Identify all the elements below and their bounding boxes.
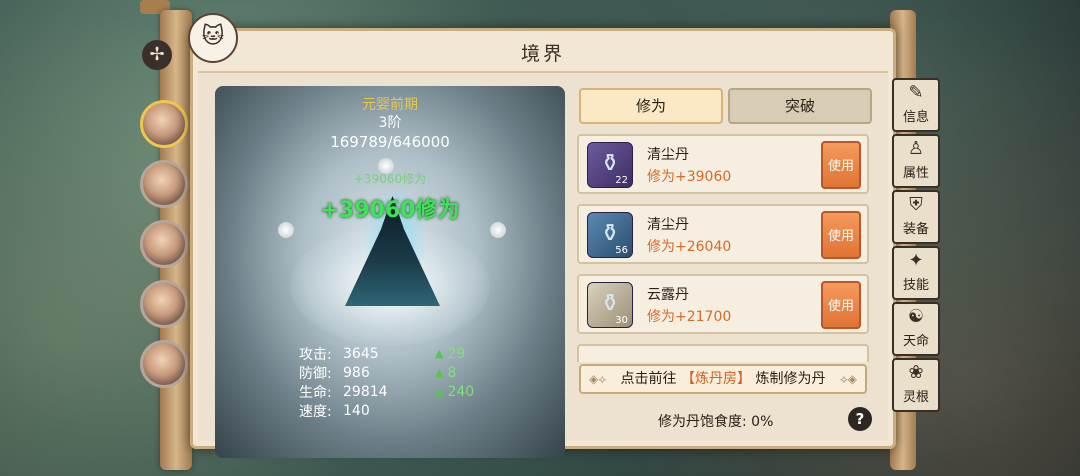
satiety-label: 修为丹饱食度:: [658, 414, 747, 430]
bottle-glyph: ⚱: [600, 289, 621, 317]
stat-row-hp: 生命: 29814 ▲ 240: [299, 382, 474, 401]
stat-row-attack: 攻击: 3645 ▲ 29: [299, 344, 474, 363]
bottle-glyph: ⚱: [600, 219, 621, 247]
use-button[interactable]: 使用: [821, 281, 861, 329]
satiety-indicator: 修为丹饱食度: 0%: [658, 411, 773, 431]
pill-count: 56: [615, 245, 628, 256]
side-tab-info[interactable]: ✎ 信息: [892, 78, 940, 132]
white-bottle-icon: ⚱ 30: [587, 282, 633, 328]
pill-name: 清尘丹: [647, 217, 689, 233]
pill-name: 清尘丹: [647, 147, 689, 163]
pill-count: 30: [615, 315, 628, 326]
stat-bonus: ▲ 240: [435, 384, 474, 400]
stat-value: 140: [343, 402, 370, 419]
stat-bonus-value: 240: [447, 383, 475, 400]
realm-name: 元婴前期: [362, 97, 418, 113]
use-button[interactable]: 使用: [821, 141, 861, 189]
stat-label: 速度:: [299, 403, 332, 420]
book-icon: ✦: [908, 250, 924, 271]
armor-icon: ⛨: [909, 194, 923, 215]
pin-icon[interactable]: ✢: [142, 40, 172, 70]
cultivation-portrait: 元婴前期 3阶 169789/646000 +39060修为 +39060修为 …: [215, 86, 565, 458]
stat-bonus: ▲ 8: [435, 365, 456, 381]
pill-count: 22: [615, 175, 628, 186]
character-avatar[interactable]: [140, 220, 188, 268]
side-tab-label: 信息: [902, 110, 929, 125]
pill-name: 云露丹: [647, 287, 689, 303]
use-button[interactable]: 使用: [821, 211, 861, 259]
side-tab-equipment[interactable]: ⛨ 装备: [892, 190, 940, 244]
spirit-orb: [278, 222, 294, 238]
up-arrow-icon: ▲: [435, 366, 444, 379]
pill-effect: 修为+39060: [647, 169, 732, 185]
help-button[interactable]: ?: [848, 407, 872, 431]
pill-effect: 修为+21700: [647, 309, 732, 325]
stat-label: 生命:: [299, 384, 332, 401]
tab-cultivate[interactable]: 修为: [579, 88, 723, 124]
purple-bottle-icon: ⚱ 22: [587, 142, 633, 188]
stat-bonus-value: 8: [447, 364, 457, 381]
stat-bonus: ▲ 29: [435, 346, 465, 362]
up-arrow-icon: ▲: [435, 347, 444, 360]
side-menu: ✎ 信息 ♙ 属性 ⛨ 装备 ✦ 技能 ☯ 天命 ❀ 灵根: [892, 78, 944, 414]
sage-icon: ☯: [907, 306, 925, 327]
panel-title: 境界: [520, 43, 565, 65]
gain-popup: +39060修为: [320, 198, 460, 223]
pill-effect: 修为+26040: [647, 239, 732, 255]
stat-value: 3645: [343, 345, 379, 362]
go-to-alchemy-room-button[interactable]: ◈⟡ 点击前往 【炼丹房】 炼制修为丹 ⟡◈: [579, 364, 867, 394]
pill-item-partial: [577, 344, 869, 362]
bottle-glyph: ⚱: [600, 149, 621, 177]
pill-item: ⚱ 30 云露丹 修为+21700 使用: [577, 274, 869, 334]
stat-label: 攻击:: [299, 346, 332, 363]
character-avatar[interactable]: [140, 280, 188, 328]
side-tab-label: 天命: [902, 334, 929, 349]
stat-row-defense: 防御: 986 ▲ 8: [299, 363, 474, 382]
realm-panel: 🐱 境界 元婴前期 3阶 169789/646000 +39060修为 +390…: [188, 13, 896, 458]
ornament-icon: ⟡◈: [839, 372, 857, 386]
blue-bottle-icon: ⚱ 56: [587, 212, 633, 258]
forge-suffix: 炼制修为丹: [755, 371, 826, 387]
realm-exp: 169789/646000: [330, 133, 450, 151]
satiety-value: 0%: [751, 414, 774, 430]
stats-block: 攻击: 3645 ▲ 29 防御: 986 ▲ 8 生命: 29814 ▲ 240 速…: [299, 344, 474, 420]
character-avatar[interactable]: [140, 100, 188, 148]
root-icon: ❀: [908, 362, 924, 383]
character-avatar[interactable]: [140, 340, 188, 388]
pill-item: ⚱ 56 清尘丹 修为+26040 使用: [577, 204, 869, 264]
pill-list[interactable]: ⚱ 22 清尘丹 修为+39060 使用 ⚱ 56 清尘丹 修为+26040 使…: [577, 134, 869, 362]
side-tab-label: 装备: [902, 222, 929, 237]
side-tab-label: 灵根: [902, 390, 929, 405]
stat-value: 29814: [343, 383, 388, 400]
side-tab-destiny[interactable]: ☯ 天命: [892, 302, 940, 356]
tab-breakthrough[interactable]: 突破: [728, 88, 872, 124]
stat-value: 986: [343, 364, 370, 381]
stat-row-speed: 速度: 140: [299, 401, 474, 420]
side-tab-skills[interactable]: ✦ 技能: [892, 246, 940, 300]
spirit-orb: [490, 222, 506, 238]
realm-stage: 3阶: [378, 115, 402, 131]
pill-item: ⚱ 22 清尘丹 修为+39060 使用: [577, 134, 869, 194]
ornament-icon: ◈⟡: [589, 372, 607, 386]
up-arrow-icon: ▲: [435, 385, 444, 398]
forge-prefix: 点击前往: [620, 371, 677, 387]
stat-label: 防御:: [299, 365, 332, 382]
side-tab-label: 技能: [902, 278, 929, 293]
forge-place: 【炼丹房】: [681, 371, 751, 387]
stat-bonus-value: 29: [447, 345, 466, 362]
gain-popup-faded: +39060修为: [353, 172, 427, 186]
side-tab-label: 属性: [902, 166, 929, 181]
side-tab-spirit-root[interactable]: ❀ 灵根: [892, 358, 940, 412]
character-avatar[interactable]: [140, 160, 188, 208]
scroll-icon: ✎: [908, 82, 924, 103]
side-tab-attributes[interactable]: ♙ 属性: [892, 134, 940, 188]
figure-icon: ♙: [907, 138, 925, 159]
